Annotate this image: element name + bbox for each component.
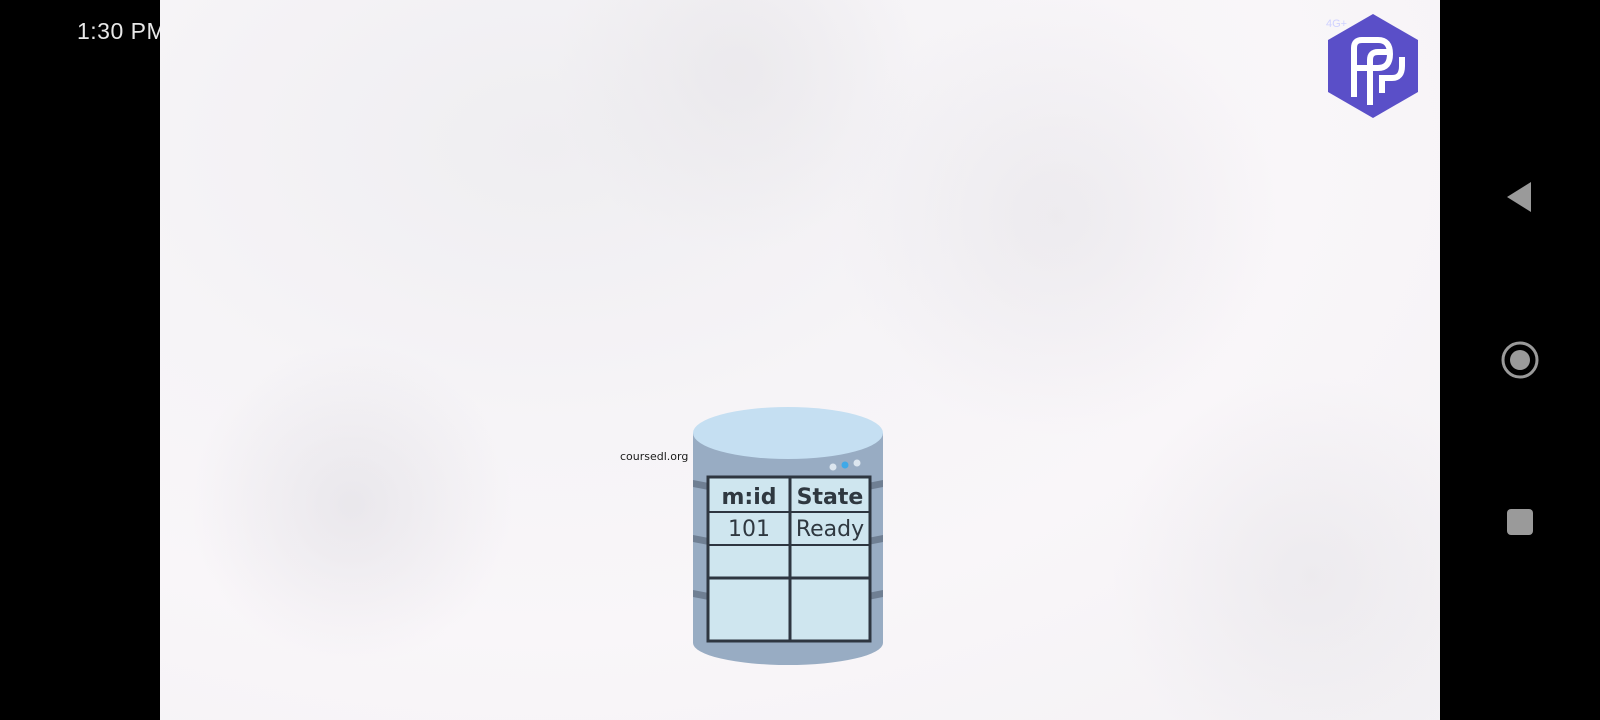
recent-square-icon[interactable]	[1506, 508, 1534, 536]
status-light	[829, 463, 837, 471]
status-time: 1:30 PM	[77, 18, 167, 44]
network-type: 4G+	[1326, 18, 1348, 30]
back-triangle-icon[interactable]	[1505, 180, 1535, 214]
network-indicator: 4G+	[1326, 18, 1347, 30]
home-circle-icon[interactable]	[1500, 340, 1540, 380]
android-nav-bar	[1440, 0, 1600, 720]
database-illustration: m:id State 101 Ready	[693, 407, 883, 665]
table-cell-id: 101	[728, 517, 770, 542]
status-light	[853, 459, 861, 467]
table-cell-state: Ready	[796, 517, 864, 542]
video-frame[interactable]: coursedl.org | aiplex.lol m:id State 101…	[160, 0, 1440, 720]
table-header-id: m:id	[721, 485, 776, 510]
status-light-active	[841, 461, 849, 469]
db-table: m:id State 101 Ready	[706, 475, 872, 643]
table-header-state: State	[797, 485, 864, 510]
cylinder-top	[693, 407, 883, 459]
